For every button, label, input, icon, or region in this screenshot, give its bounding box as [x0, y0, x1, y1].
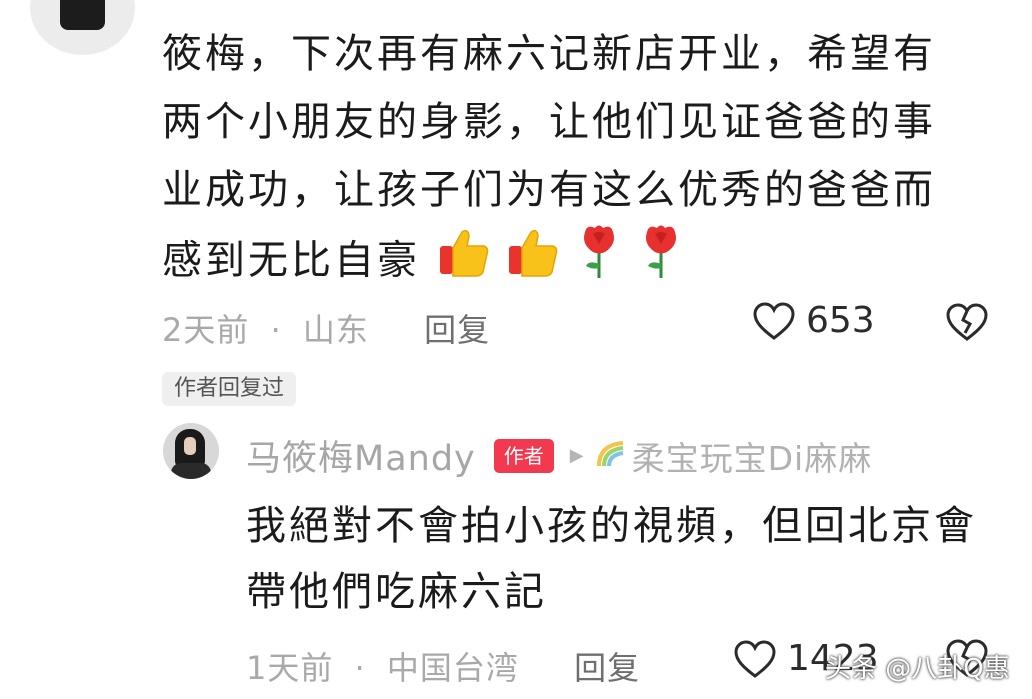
reply-header: 马筱梅Mandy 作者 ▶ 柔宝玩宝Di麻麻 [246, 430, 872, 481]
comment-dislike-button[interactable] [945, 302, 989, 346]
avatar-figure [60, 0, 105, 30]
comment-meta: 2天前 · 山东 回复 [162, 305, 490, 351]
avatar-face [184, 437, 196, 455]
watermark: 头条 @八卦Q惠 [825, 654, 1010, 684]
author-replied-tag: 作者回复过 [162, 372, 297, 406]
reply-time: 1天前 [246, 649, 334, 687]
play-arrow-icon: ▶ [569, 445, 584, 466]
reply-meta: 1天前 · 中国台湾 回复 [246, 643, 640, 689]
broken-heart-icon [946, 303, 988, 341]
reply-author-name[interactable]: 马筱梅Mandy [246, 430, 476, 481]
rose-icon [639, 224, 683, 301]
reply-reply-button[interactable]: 回复 [574, 649, 640, 687]
comment-time: 2天前 [162, 311, 250, 349]
author-badge: 作者 [493, 438, 554, 473]
comment-like-button[interactable]: 653 [752, 300, 875, 341]
reply-to-user[interactable]: 柔宝玩宝Di麻麻 [632, 432, 873, 480]
meta-separator: · [354, 649, 366, 687]
rainbow-icon [596, 439, 626, 473]
avatar-body [171, 463, 211, 479]
thumbs-up-icon [507, 226, 559, 299]
thumbs-up-icon [438, 226, 490, 299]
rose-icon [577, 224, 621, 301]
meta-separator: · [270, 311, 282, 349]
commenter-avatar[interactable] [30, 0, 135, 55]
reply-body: 我絕對不會拍小孩的視頻，但回北京會帶他們吃麻六記 [246, 503, 977, 615]
comment-location: 山东 [302, 311, 369, 349]
comment-like-count: 653 [806, 300, 875, 341]
heart-icon [734, 639, 776, 678]
author-avatar[interactable] [163, 423, 219, 479]
heart-icon [753, 301, 795, 340]
reply-location: 中国台湾 [386, 649, 519, 687]
comment-reply-button[interactable]: 回复 [424, 311, 490, 349]
comment-body: 筱梅，下次再有麻六记新店开业，希望有两个小朋友的身影，让他们见证爸爸的事业成功，… [162, 20, 972, 301]
